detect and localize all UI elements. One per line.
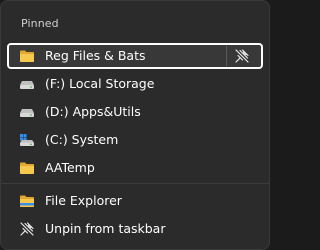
task-file-explorer[interactable]: File Explorer — [7, 188, 263, 214]
task-label: File Explorer — [45, 193, 122, 208]
task-unpin-from-taskbar[interactable]: Unpin from taskbar — [7, 216, 263, 242]
pinned-item-reg-files-bats[interactable]: Reg Files & Bats — [7, 43, 263, 69]
system-drive-icon — [19, 133, 35, 147]
jump-list-panel: Pinned Reg Files & Bats (F:) Local Stora… — [0, 0, 270, 250]
file-explorer-icon — [19, 194, 35, 208]
pinned-item-label: AATemp — [45, 160, 95, 175]
pinned-item-label: Reg Files & Bats — [45, 48, 146, 63]
pinned-item-apps-utils[interactable]: (D:) Apps&Utils — [7, 99, 263, 125]
task-label: Unpin from taskbar — [45, 221, 166, 236]
unpin-button[interactable] — [226, 46, 257, 66]
pinned-item-local-storage[interactable]: (F:) Local Storage — [7, 71, 263, 97]
divider — [1, 183, 269, 184]
drive-icon — [19, 77, 35, 91]
drive-icon — [19, 105, 35, 119]
pinned-item-label: (C:) System — [45, 132, 119, 147]
unpin-icon — [19, 222, 35, 236]
pinned-item-label: (F:) Local Storage — [45, 76, 155, 91]
section-title-pinned: Pinned — [21, 17, 59, 30]
pinned-item-label: (D:) Apps&Utils — [45, 104, 141, 119]
folder-icon — [19, 161, 35, 175]
pinned-item-system[interactable]: (C:) System — [7, 127, 263, 153]
pinned-item-aatemp[interactable]: AATemp — [7, 155, 263, 181]
folder-icon — [19, 49, 35, 63]
